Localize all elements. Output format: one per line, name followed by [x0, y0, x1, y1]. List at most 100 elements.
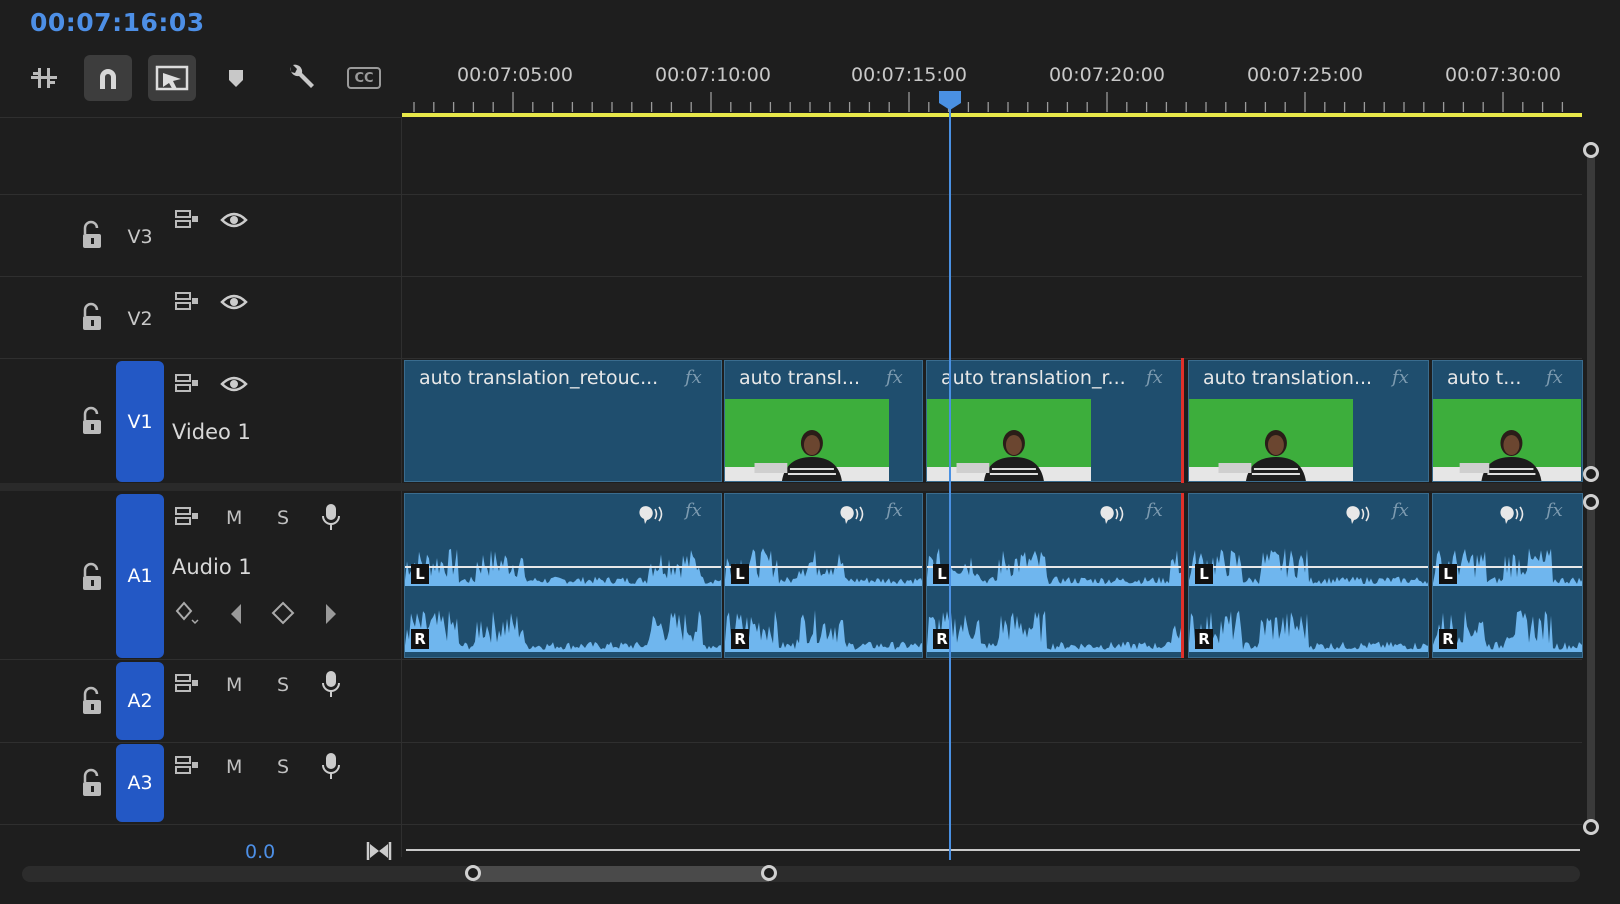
speech-enhance-icon[interactable] — [1098, 504, 1126, 526]
mute-button[interactable]: M — [226, 756, 242, 778]
audio-clip[interactable]: L Rfx — [926, 493, 1183, 658]
sync-lock-icon[interactable] — [174, 505, 200, 529]
sync-lock-icon[interactable] — [174, 208, 200, 232]
volume-rubber-band[interactable] — [405, 566, 721, 568]
eye-icon[interactable] — [220, 292, 248, 312]
zoom-handle-right[interactable] — [761, 865, 777, 881]
eye-icon[interactable] — [220, 374, 248, 394]
track-lock-icon[interactable] — [80, 220, 104, 250]
audio-waveform-left — [725, 548, 922, 586]
video-clip[interactable]: auto transl... fx — [724, 360, 923, 482]
go-to-edges-icon[interactable] — [366, 840, 392, 862]
fx-badge[interactable]: fx — [685, 500, 702, 521]
audio-clip[interactable]: L Rfx — [1188, 493, 1429, 658]
scroll-handle[interactable] — [1583, 819, 1599, 835]
zoom-scrollbar-thumb[interactable] — [473, 866, 769, 882]
fx-badge[interactable]: fx — [1546, 367, 1563, 388]
video-clip[interactable]: auto translation_r... fx — [926, 360, 1183, 482]
add-marker-button[interactable] — [212, 55, 260, 101]
speech-enhance-icon[interactable] — [838, 504, 866, 526]
volume-rubber-band[interactable] — [927, 566, 1182, 568]
video-vertical-scrollbar[interactable] — [1587, 150, 1595, 472]
video-clip[interactable]: auto translation_retouc... fx — [404, 360, 722, 482]
video-clip[interactable]: auto translation... fx — [1188, 360, 1429, 482]
captions-button[interactable]: CC — [340, 55, 388, 101]
eye-icon[interactable] — [220, 210, 248, 230]
sync-lock-icon[interactable] — [174, 754, 200, 778]
track-id-v2[interactable]: V2 — [116, 304, 164, 334]
mute-button[interactable]: M — [226, 507, 242, 529]
work-area-bar[interactable] — [402, 113, 1582, 117]
master-volume-value[interactable]: 0.0 — [245, 841, 275, 863]
track-id-a3[interactable]: A3 — [116, 744, 164, 822]
solo-button[interactable]: S — [277, 507, 289, 529]
edit-point-marker[interactable] — [1181, 358, 1184, 483]
time-ruler[interactable] — [402, 88, 1584, 114]
playhead-line[interactable] — [949, 92, 951, 860]
next-keyframe-icon[interactable] — [323, 602, 339, 626]
scroll-handle[interactable] — [1583, 142, 1599, 158]
playhead-handle[interactable] — [938, 90, 962, 110]
track-name-video-1[interactable]: Video 1 — [172, 420, 251, 444]
microphone-icon[interactable] — [320, 751, 342, 781]
audio-clip[interactable]: L Rfx — [1432, 493, 1583, 658]
insert-overwrite-button[interactable] — [20, 55, 68, 101]
fx-badge[interactable]: fx — [886, 500, 903, 521]
channel-left-label: L — [411, 564, 429, 584]
audio-vertical-scrollbar[interactable] — [1587, 502, 1595, 824]
mute-button[interactable]: M — [226, 674, 242, 696]
zoom-handle-left[interactable] — [465, 865, 481, 881]
keyframe-toggle-icon[interactable] — [174, 600, 200, 626]
scroll-handle[interactable] — [1583, 494, 1599, 510]
speech-enhance-icon[interactable] — [637, 504, 665, 526]
previous-keyframe-icon[interactable] — [228, 602, 244, 626]
track-lock-icon[interactable] — [80, 302, 104, 332]
volume-rubber-band[interactable] — [725, 566, 922, 568]
sync-lock-icon[interactable] — [174, 290, 200, 314]
track-id-v3[interactable]: V3 — [116, 222, 164, 252]
channel-left-label: L — [1195, 564, 1213, 584]
fx-badge[interactable]: fx — [1146, 367, 1163, 388]
current-timecode[interactable]: 00:07:16:03 — [30, 8, 205, 37]
clip-thumbnail — [725, 399, 889, 481]
track-lock-icon[interactable] — [80, 406, 104, 436]
master-volume-line — [406, 849, 1580, 851]
timeline-settings-button[interactable] — [276, 55, 324, 101]
volume-rubber-band[interactable] — [1189, 566, 1428, 568]
linked-selection-button[interactable] — [148, 55, 196, 101]
audio-clip[interactable]: L Rfx — [404, 493, 722, 658]
sync-lock-icon[interactable] — [174, 372, 200, 396]
track-id-a2[interactable]: A2 — [116, 662, 164, 740]
solo-button[interactable]: S — [277, 756, 289, 778]
snap-magnet-icon — [100, 69, 116, 89]
track-id-a1[interactable]: A1 — [116, 494, 164, 658]
microphone-icon[interactable] — [320, 669, 342, 699]
channel-right-label: R — [1195, 629, 1213, 649]
fx-badge[interactable]: fx — [1392, 367, 1409, 388]
sync-lock-icon[interactable] — [174, 672, 200, 696]
horizontal-zoom-scrollbar[interactable] — [22, 866, 1580, 882]
add-keyframe-icon[interactable] — [270, 600, 296, 626]
ruler-label: 00:07:05:00 — [457, 64, 573, 86]
microphone-icon[interactable] — [320, 502, 342, 532]
fx-badge[interactable]: fx — [886, 367, 903, 388]
speech-enhance-icon[interactable] — [1344, 504, 1372, 526]
audio-clip[interactable]: L Rfx — [724, 493, 923, 658]
track-lock-icon[interactable] — [80, 562, 104, 592]
track-lock-icon[interactable] — [80, 768, 104, 798]
ruler-label: 00:07:10:00 — [655, 64, 771, 86]
video-audio-divider[interactable] — [0, 483, 1582, 491]
track-lock-icon[interactable] — [80, 686, 104, 716]
solo-button[interactable]: S — [277, 674, 289, 696]
track-id-v1[interactable]: V1 — [116, 361, 164, 482]
fx-badge[interactable]: fx — [1146, 500, 1163, 521]
edit-point-marker[interactable] — [1181, 493, 1184, 658]
track-name-audio-1[interactable]: Audio 1 — [172, 555, 252, 579]
speech-enhance-icon[interactable] — [1498, 504, 1526, 526]
video-clip[interactable]: auto t... fx — [1432, 360, 1583, 482]
scroll-handle[interactable] — [1583, 466, 1599, 482]
fx-badge[interactable]: fx — [1392, 500, 1409, 521]
fx-badge[interactable]: fx — [1546, 500, 1563, 521]
fx-badge[interactable]: fx — [685, 367, 702, 388]
snap-button[interactable] — [84, 55, 132, 101]
